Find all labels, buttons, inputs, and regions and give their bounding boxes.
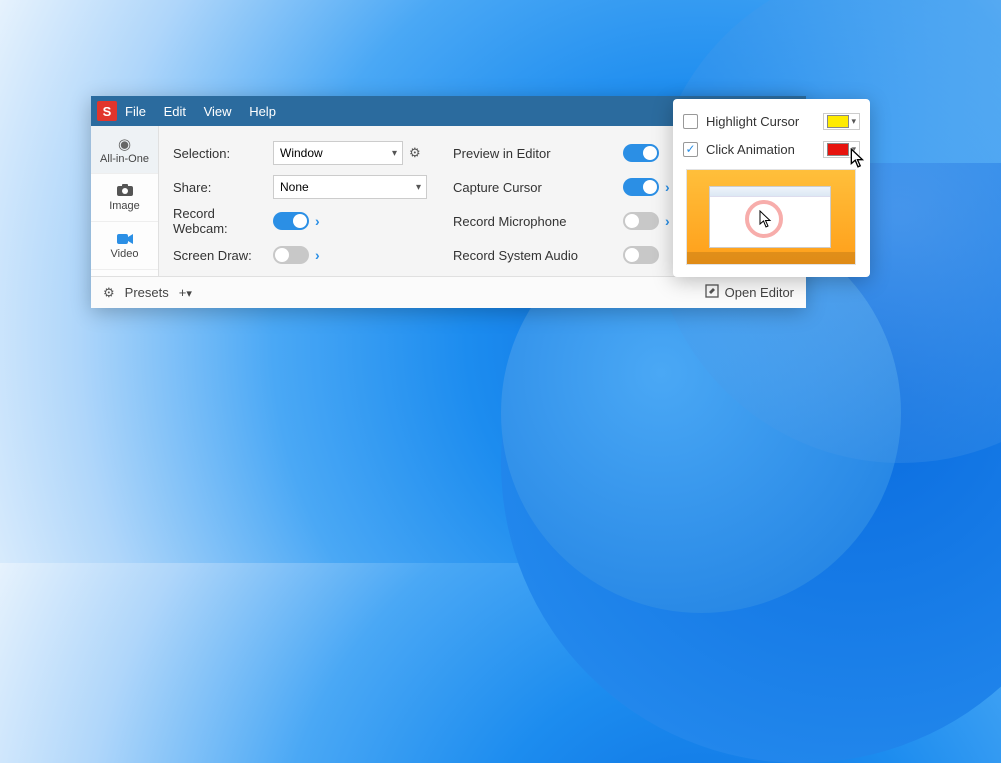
target-icon: ◉ — [118, 135, 131, 153]
chevron-down-icon: ▾ — [851, 116, 856, 127]
record-webcam-more-icon[interactable]: › — [315, 213, 320, 229]
selection-label: Selection: — [173, 146, 273, 161]
click-animation-label: Click Animation — [706, 142, 795, 157]
tab-label: All-in-One — [100, 153, 149, 165]
video-icon — [117, 231, 133, 248]
presets-add-button[interactable]: +▾ — [179, 285, 192, 300]
record-system-audio-label: Record System Audio — [453, 248, 623, 263]
app-logo: S — [97, 101, 117, 121]
menu-bar: File Edit View Help — [125, 104, 290, 119]
capture-type-tabs: ◉ All-in-One Image Video — [91, 126, 159, 276]
record-webcam-label: Record Webcam: — [173, 206, 273, 236]
capture-cursor-label: Capture Cursor — [453, 180, 623, 195]
menu-view[interactable]: View — [204, 104, 232, 119]
camera-icon — [117, 183, 133, 200]
click-animation-preview — [686, 169, 856, 265]
screen-draw-toggle[interactable] — [273, 246, 309, 264]
open-editor-icon[interactable] — [705, 284, 719, 301]
chevron-down-icon: ▾ — [851, 144, 856, 155]
menu-help[interactable]: Help — [249, 104, 276, 119]
highlight-cursor-checkbox[interactable] — [683, 114, 698, 129]
preview-editor-toggle[interactable] — [623, 144, 659, 162]
capture-cursor-more-icon[interactable]: › — [665, 179, 670, 195]
tab-video[interactable]: Video — [91, 222, 158, 270]
tab-all-in-one[interactable]: ◉ All-in-One — [91, 126, 158, 174]
menu-edit[interactable]: Edit — [164, 104, 186, 119]
cursor-options-popover: Highlight Cursor ▾ Click Animation ▾ — [673, 99, 870, 277]
highlight-cursor-color-picker[interactable]: ▾ — [823, 113, 860, 130]
share-label: Share: — [173, 180, 273, 195]
capture-cursor-toggle[interactable] — [623, 178, 659, 196]
selection-gear-icon[interactable]: ⚙ — [409, 145, 421, 161]
record-webcam-toggle[interactable] — [273, 212, 309, 230]
footer-bar: ⚙ Presets +▾ Open Editor — [91, 276, 806, 308]
tab-label: Image — [109, 200, 140, 212]
selection-dropdown[interactable]: Window — [273, 141, 403, 165]
record-microphone-label: Record Microphone — [453, 214, 623, 229]
highlight-cursor-swatch — [827, 115, 849, 128]
click-animation-color-picker[interactable]: ▾ — [823, 141, 860, 158]
click-animation-swatch — [827, 143, 849, 156]
record-microphone-toggle[interactable] — [623, 212, 659, 230]
share-dropdown[interactable]: None — [273, 175, 427, 199]
click-animation-checkbox[interactable] — [683, 142, 698, 157]
record-system-audio-toggle[interactable] — [623, 246, 659, 264]
screen-draw-more-icon[interactable]: › — [315, 247, 320, 263]
menu-file[interactable]: File — [125, 104, 146, 119]
screen-draw-label: Screen Draw: — [173, 248, 273, 263]
preview-editor-label: Preview in Editor — [453, 146, 623, 161]
highlight-cursor-label: Highlight Cursor — [706, 114, 799, 129]
open-editor-button[interactable]: Open Editor — [725, 285, 794, 300]
tab-image[interactable]: Image — [91, 174, 158, 222]
presets-gear-icon[interactable]: ⚙ — [103, 285, 115, 301]
record-microphone-more-icon[interactable]: › — [665, 213, 670, 229]
cursor-icon — [759, 210, 773, 233]
presets-label[interactable]: Presets — [125, 285, 169, 300]
tab-label: Video — [111, 248, 139, 260]
